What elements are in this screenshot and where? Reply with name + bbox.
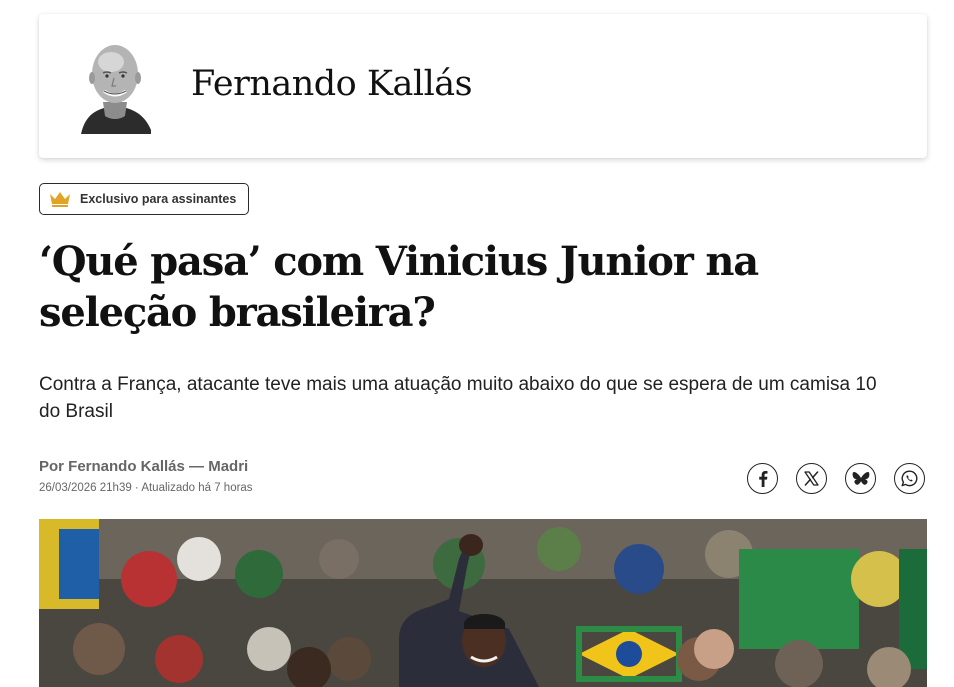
share-facebook-button[interactable]	[747, 463, 778, 494]
share-whatsapp-button[interactable]	[894, 463, 925, 494]
article-byline[interactable]: Por Fernando Kallás — Madri	[39, 458, 248, 475]
bluesky-icon	[852, 471, 869, 485]
author-name[interactable]: Fernando Kallás	[191, 62, 473, 106]
crown-icon	[50, 192, 70, 207]
author-card: Fernando Kallás	[39, 14, 927, 158]
author-avatar[interactable]	[79, 40, 151, 134]
article-subtitle: Contra a França, atacante teve mais uma …	[39, 374, 877, 422]
article-headline: ‘Qué pasa’ com Vinicius Junior na seleçã…	[39, 238, 759, 336]
article-hero-photo[interactable]	[39, 519, 927, 687]
share-x-button[interactable]	[796, 463, 827, 494]
facebook-icon	[759, 471, 768, 487]
x-icon	[804, 471, 819, 486]
subscriber-exclusive-badge: Exclusivo para assinantes	[39, 183, 250, 215]
share-bluesky-button[interactable]	[845, 463, 876, 494]
whatsapp-icon	[901, 470, 918, 487]
article-dateline: 26/03/2026 21h39 · Atualizado há 7 horas	[39, 482, 253, 494]
badge-label: Exclusivo para assinantes	[80, 192, 237, 206]
